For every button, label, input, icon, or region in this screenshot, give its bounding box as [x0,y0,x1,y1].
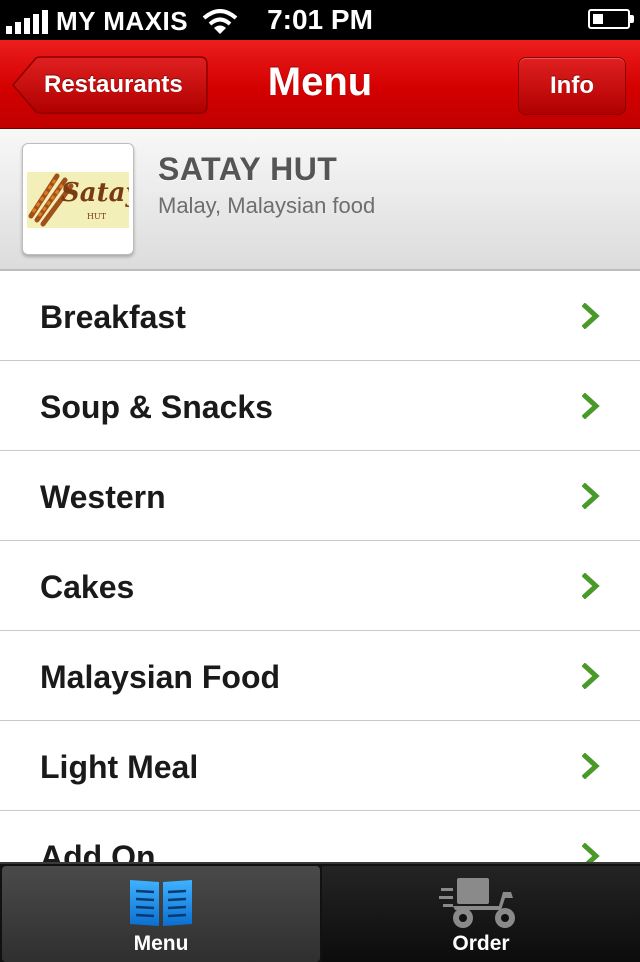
menu-item-light-meal[interactable]: Light Meal [0,721,640,811]
tab-order[interactable]: Order [322,866,640,962]
menu-item-add-on[interactable]: Add On [0,811,640,862]
menu-item-label: Malaysian Food [40,659,281,695]
tab-menu-label: Menu [133,932,189,955]
chevron-right-icon [582,393,600,419]
restaurant-name: SATAY HUT [158,151,338,187]
tab-order-label: Order [452,932,510,955]
battery-icon [588,9,634,29]
menu-item-malaysian-food[interactable]: Malaysian Food [0,631,640,721]
satay-logo-image: Satay HUT [27,172,129,228]
logo-text: Satay [61,178,129,208]
status-time: 7:01 PM [267,4,373,35]
menu-item-label: Cakes [40,569,135,605]
menu-item-label: Western [40,479,166,515]
menu-category-list: Breakfast Soup & Snacks Western Cakes Ma… [0,271,640,862]
chevron-right-icon [582,753,600,779]
menu-book-icon [130,880,192,926]
chevron-right-icon [582,573,600,599]
chevron-right-icon [582,843,600,862]
status-bar: MY MAXIS 7:01 PM [0,0,640,40]
menu-item-label: Soup & Snacks [40,389,273,425]
navigation-bar: Restaurants Menu Info [0,40,640,129]
menu-item-western[interactable]: Western [0,451,640,541]
menu-item-cakes[interactable]: Cakes [0,541,640,631]
logo-subtext: HUT [87,212,107,221]
tab-menu[interactable]: Menu [2,866,320,962]
chevron-right-icon [582,303,600,329]
menu-item-label: Add On [40,839,156,862]
menu-item-label: Light Meal [40,749,199,785]
menu-item-soup-snacks[interactable]: Soup & Snacks [0,361,640,451]
delivery-scooter-icon [439,878,515,928]
chevron-right-icon [582,663,600,689]
restaurant-logo: Satay HUT [22,143,134,255]
menu-item-breakfast[interactable]: Breakfast [0,271,640,361]
chevron-right-icon [582,483,600,509]
battery-level [593,14,603,24]
menu-item-label: Breakfast [40,299,186,335]
tab-bar: Menu Order [0,862,640,962]
restaurant-header: Satay HUT SATAY HUT Malay, Malaysian foo… [0,129,640,271]
restaurant-cuisine: Malay, Malaysian food [158,193,376,218]
info-button[interactable]: Info [518,57,626,115]
